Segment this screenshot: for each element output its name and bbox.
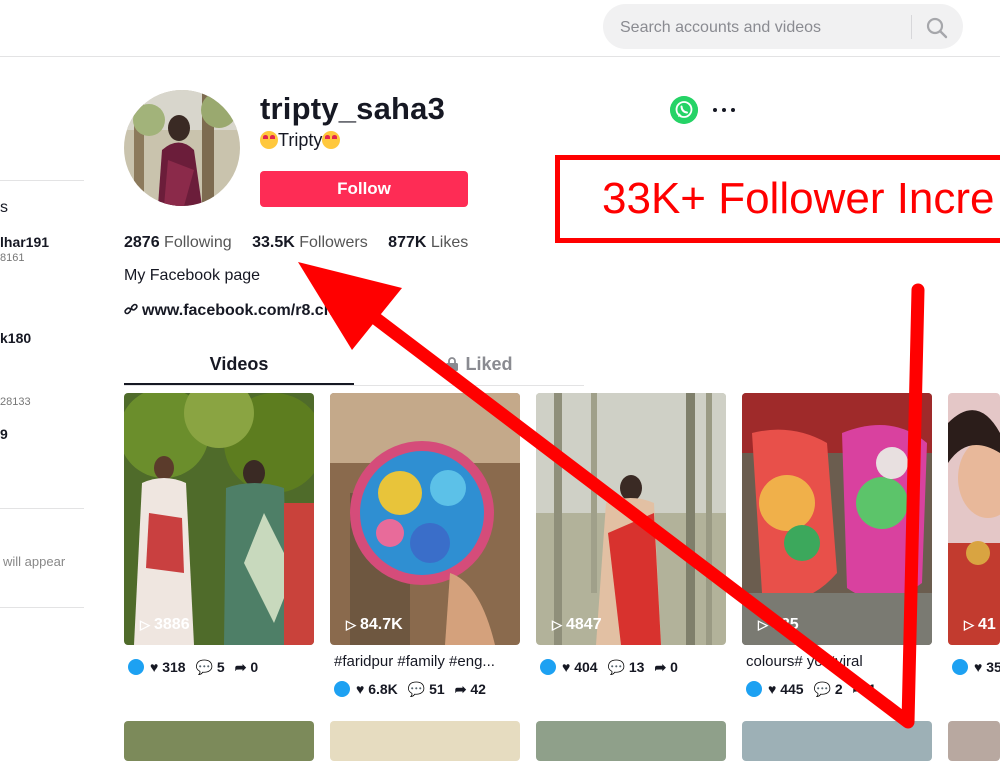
tab-videos[interactable]: Videos bbox=[124, 345, 354, 385]
video-metrics: ♥ 445 💬 2 ➦ 1 bbox=[746, 681, 876, 698]
smiling-face-hearts-emoji-icon bbox=[322, 131, 341, 149]
video-view-count: ▷ 3886 bbox=[140, 616, 190, 633]
share-icon: ➦ bbox=[454, 681, 471, 697]
video-thumbnail bbox=[948, 393, 1000, 645]
sidebar-account-name[interactable]: lhar191 bbox=[0, 234, 49, 250]
share-icon: ➦ bbox=[654, 659, 671, 675]
heart-icon: ♥ bbox=[150, 659, 163, 675]
video-card[interactable]: ▷ 84.7K bbox=[330, 393, 520, 645]
profile-nickname-text: Tripty bbox=[278, 130, 323, 150]
video-card[interactable] bbox=[948, 721, 1000, 761]
search-bar[interactable] bbox=[603, 4, 963, 51]
comment-icon: 💬 bbox=[195, 659, 217, 675]
whatsapp-share-icon[interactable] bbox=[670, 96, 698, 124]
followers-count: 33.5K bbox=[252, 234, 295, 251]
video-card[interactable] bbox=[330, 721, 520, 761]
share-icon: ➦ bbox=[234, 659, 251, 675]
search-divider bbox=[911, 15, 912, 39]
video-metrics: ♥ 318 💬 5 ➦ 0 bbox=[128, 659, 258, 676]
follow-button[interactable]: Follow bbox=[260, 171, 468, 207]
profile-stats: 2876 Following 33.5K Followers 877K Like… bbox=[124, 234, 468, 252]
video-metrics: ♥ 6.8K 💬 51 ➦ 42 bbox=[334, 681, 486, 698]
following-label[interactable]: Following bbox=[164, 234, 232, 251]
sidebar-heading-fragment: s bbox=[0, 199, 8, 216]
sidebar-divider bbox=[0, 180, 84, 181]
smiling-face-hearts-emoji-icon bbox=[260, 131, 278, 149]
video-card[interactable]: ▷ 41 bbox=[948, 393, 1000, 645]
followers-label[interactable]: Followers bbox=[299, 234, 367, 251]
avatar[interactable] bbox=[124, 90, 240, 206]
boost-icon[interactable] bbox=[128, 659, 144, 675]
annotation-callout-box: 33K+ Follower Incre bbox=[555, 155, 1000, 243]
play-icon: ▷ bbox=[140, 617, 150, 632]
profile-link-text[interactable]: www.facebook.com/r8.ch bbox=[142, 302, 333, 319]
sidebar-divider bbox=[0, 607, 84, 608]
sidebar-account-handle: 8161 bbox=[0, 252, 25, 264]
video-view-count: ▷ 84.7K bbox=[346, 616, 403, 633]
profile-nickname: Tripty bbox=[260, 130, 341, 151]
boost-icon[interactable] bbox=[952, 659, 968, 675]
lock-icon bbox=[446, 357, 459, 371]
tab-liked[interactable]: Liked bbox=[364, 345, 594, 383]
more-options-icon[interactable] bbox=[712, 100, 738, 120]
video-card[interactable] bbox=[742, 721, 932, 761]
sidebar-divider bbox=[0, 508, 84, 509]
sidebar-account-name[interactable]: k180 bbox=[0, 330, 31, 346]
sidebar: s lhar191 8161 k180 28133 9 will appear bbox=[0, 57, 84, 750]
following-count: 2876 bbox=[124, 234, 160, 251]
video-card[interactable]: ▷ 4847 bbox=[536, 393, 726, 645]
boost-icon[interactable] bbox=[746, 681, 762, 697]
sidebar-account-name[interactable]: 9 bbox=[0, 426, 8, 442]
boost-icon[interactable] bbox=[334, 681, 350, 697]
boost-icon[interactable] bbox=[540, 659, 556, 675]
video-metrics: ♥ 404 💬 13 ➦ 0 bbox=[540, 659, 678, 676]
video-thumbnail bbox=[330, 393, 520, 645]
annotation-text: 33K+ Follower Incre bbox=[602, 174, 995, 223]
profile-link[interactable]: www.facebook.com/r8.ch bbox=[124, 302, 333, 320]
top-bar bbox=[0, 0, 1000, 57]
comment-icon: 💬 bbox=[407, 681, 430, 697]
tab-liked-label[interactable]: Liked bbox=[465, 354, 512, 374]
likes-label: Likes bbox=[430, 234, 469, 251]
video-thumbnail bbox=[742, 393, 932, 645]
video-thumbnail bbox=[124, 393, 314, 645]
video-card[interactable] bbox=[536, 721, 726, 761]
search-input[interactable] bbox=[618, 4, 902, 51]
sidebar-info-text: will appear bbox=[3, 554, 66, 569]
video-view-count: ▷ 41 bbox=[964, 616, 996, 633]
play-icon: ▷ bbox=[964, 617, 974, 632]
video-view-count: ▷ 385 bbox=[758, 616, 799, 633]
profile-username: tripty_saha3 bbox=[260, 91, 446, 126]
link-icon bbox=[124, 303, 138, 315]
play-icon: ▷ bbox=[552, 617, 562, 632]
heart-icon: ♥ bbox=[562, 659, 575, 675]
video-metrics: ♥ 35 bbox=[952, 659, 1000, 675]
comment-icon: 💬 bbox=[607, 659, 629, 675]
video-view-count: ▷ 4847 bbox=[552, 616, 602, 633]
play-icon: ▷ bbox=[346, 617, 356, 632]
video-card[interactable] bbox=[124, 721, 314, 761]
profile-bio: My Facebook page bbox=[124, 267, 261, 284]
heart-icon: ♥ bbox=[768, 681, 781, 697]
video-card[interactable]: ▷ 385 bbox=[742, 393, 932, 645]
comment-icon: 💬 bbox=[813, 681, 835, 697]
video-caption[interactable]: #faridpur #family #eng... bbox=[334, 653, 518, 670]
likes-count: 877K bbox=[388, 234, 427, 251]
video-thumbnail bbox=[536, 393, 726, 645]
share-icon: ➦ bbox=[852, 681, 869, 697]
sidebar-account-handle: 28133 bbox=[0, 396, 31, 408]
profile-tabs: Videos Liked bbox=[124, 345, 584, 386]
video-card[interactable]: ▷ 3886 bbox=[124, 393, 314, 645]
video-caption[interactable]: colours# yo #viral bbox=[746, 653, 930, 670]
play-icon: ▷ bbox=[758, 617, 768, 632]
heart-icon: ♥ bbox=[356, 681, 369, 697]
search-icon[interactable] bbox=[925, 16, 949, 40]
heart-icon: ♥ bbox=[974, 659, 987, 675]
